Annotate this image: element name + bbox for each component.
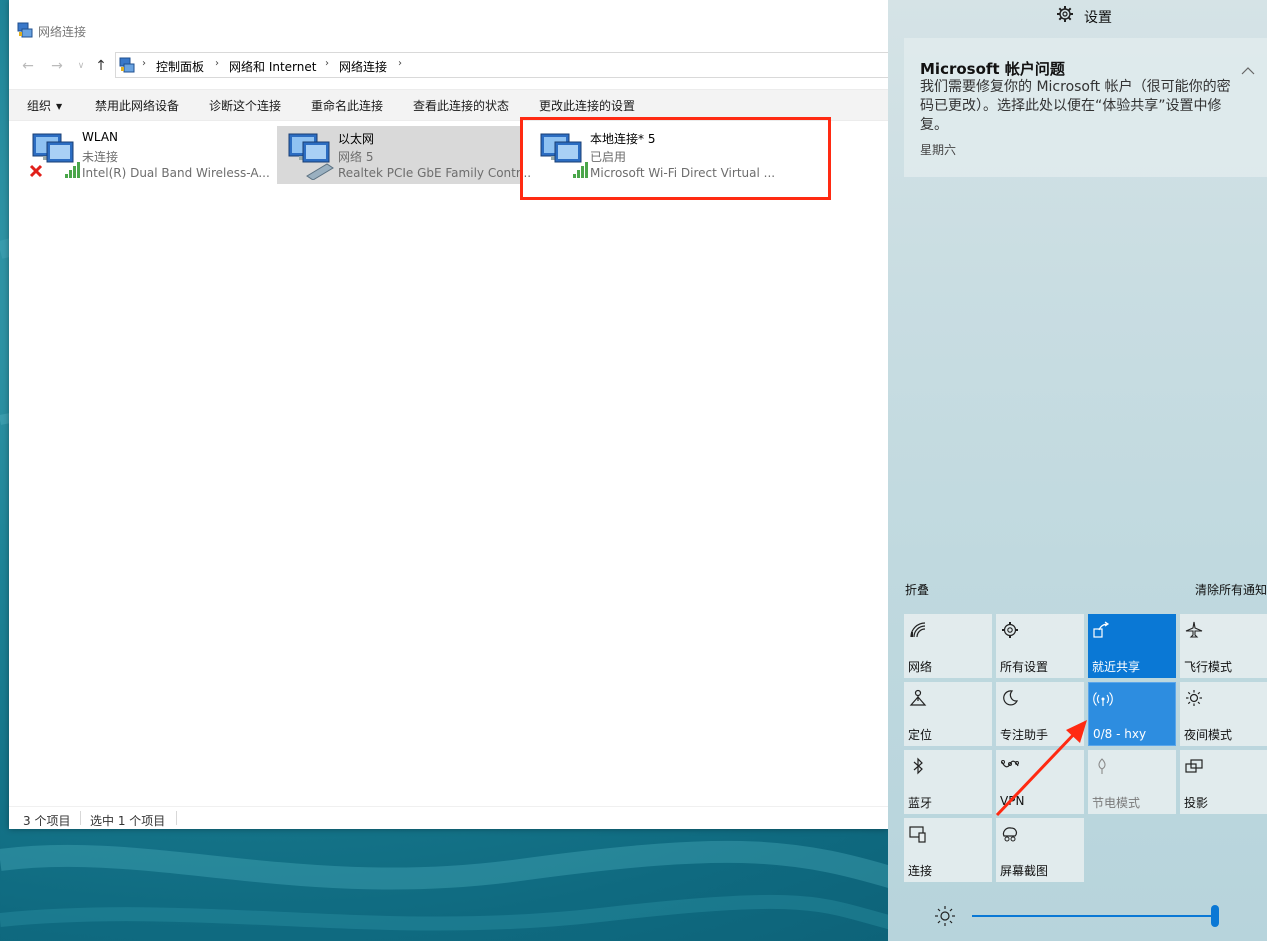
tile-label: 飞行模式 [1184,660,1233,674]
status-divider [80,811,81,825]
settings-label: 设置 [1084,10,1112,26]
tile-network[interactable]: 网络 [904,614,992,678]
navigation-row: ← → ∨ ↑ › 控制面板 › 网络和 Internet › 网络连接 › [9,50,888,82]
breadcrumb-separator-icon: › [142,58,146,69]
tile-label: 夜间模式 [1184,728,1233,742]
tile-label: 0/8 - hxy [1093,727,1147,741]
brightness-slider-thumb[interactable] [1211,905,1219,927]
back-arrow-icon[interactable]: ← [18,56,38,76]
connection-name: 以太网 [338,132,375,146]
window-title: 网络连接 [38,25,87,39]
connection-device: Realtek PCIe GbE Family Contr... [338,166,532,180]
breadcrumb-separator-icon: › [215,58,219,69]
address-bar[interactable]: › 控制面板 › 网络和 Internet › 网络连接 › [115,52,888,78]
breadcrumb-network-internet[interactable]: 网络和 Internet [229,58,316,75]
rename-button[interactable]: 重命名此连接 [311,97,383,114]
breadcrumb-separator-icon: › [325,58,329,69]
recent-locations-chevron-icon[interactable]: ∨ [71,56,91,76]
brightness-icon [935,906,955,926]
change-settings-button[interactable]: 更改此连接的设置 [539,97,635,114]
tile-label: 专注助手 [1000,728,1049,742]
dropdown-triangle-icon: ▼ [56,102,63,111]
notification-body: 我们需要修复你的 Microsoft 帐户（很可能你的密码已更改）。选择此处以便… [920,79,1231,133]
vpn-icon [1001,760,1019,768]
connect-display-icon [909,826,926,843]
notification-card[interactable]: Microsoft 帐户问题 我们需要修复你的 Microsoft 帐户（很可能… [904,38,1267,177]
up-arrow-icon[interactable]: ↑ [91,56,111,76]
status-bar: 3 个项目 选中 1 个项目 [9,806,888,830]
notification-title: Microsoft 帐户问题 [920,60,1065,78]
disable-device-button[interactable]: 禁用此网络设备 [95,97,179,114]
tile-vpn[interactable]: VPN [996,750,1084,814]
tile-label: 节电模式 [1092,796,1141,810]
status-divider [176,811,177,825]
clear-all-notifications-button[interactable]: 清除所有通知 [1195,581,1267,598]
control-panel-icon [119,57,135,73]
connection-device: Intel(R) Dual Band Wireless-A... [82,166,270,180]
diagnose-button[interactable]: 诊断这个连接 [209,97,281,114]
title-bar[interactable]: 网络连接 [9,0,888,44]
tile-bluetooth[interactable]: 蓝牙 [904,750,992,814]
tile-label: 连接 [908,864,933,878]
explorer-window: 网络连接 ← → ∨ ↑ › 控制面板 › 网络和 Internet › 网络连… [9,0,888,829]
annotation-highlight-box [520,117,831,200]
wifi-network-icon [910,622,926,638]
tile-label: 投影 [1184,796,1209,810]
nearby-share-icon [1093,621,1110,638]
organize-button[interactable]: 组织 ▼ [27,97,62,114]
project-display-icon [1185,759,1203,773]
collapse-button[interactable]: 折叠 [905,581,929,598]
tile-label: 所有设置 [1000,660,1049,674]
connection-status: 网络 5 [338,150,374,164]
action-center-header[interactable]: 设置 [888,0,1267,32]
organize-label: 组织 [27,99,52,113]
tile-label: 屏幕截图 [1000,864,1049,878]
moon-icon [1003,690,1019,706]
location-icon [909,689,927,706]
ethernet-adapter-icon [288,133,334,180]
tile-nearby-share[interactable]: 就近共享 [1088,614,1176,678]
breadcrumb-separator-icon: › [398,58,402,69]
gear-icon [1057,6,1073,22]
action-center: 设置 Microsoft 帐户问题 我们需要修复你的 Microsoft 帐户（… [888,0,1267,941]
connections-list: WLAN 未连接 Intel(R) Dual Band Wireless-A..… [9,120,888,805]
hotspot-icon [1093,692,1113,706]
tile-label: 就近共享 [1092,660,1141,674]
tile-project[interactable]: 投影 [1180,750,1267,814]
tile-screen-snip[interactable]: 屏幕截图 [996,818,1084,882]
forward-arrow-icon[interactable]: → [47,56,67,76]
tile-focus-assist[interactable]: 专注助手 [996,682,1084,746]
snip-icon [1002,827,1017,842]
connection-item-ethernet[interactable]: 以太网 网络 5 Realtek PCIe GbE Family Contr..… [277,126,531,184]
network-connections-icon [17,22,33,38]
tile-label: 定位 [908,728,933,742]
tile-location[interactable]: 定位 [904,682,992,746]
connection-name: WLAN [82,130,119,144]
item-count: 3 个项目 [23,814,71,828]
tile-label: VPN [1000,794,1025,808]
gear-icon [1002,622,1018,638]
tile-label: 网络 [908,660,933,674]
connection-item-wlan[interactable]: WLAN 未连接 Intel(R) Dual Band Wireless-A..… [21,126,271,184]
breadcrumb-control-panel[interactable]: 控制面板 [156,58,204,75]
brightness-slider-track[interactable] [972,915,1216,917]
notification-time: 星期六 [920,143,957,157]
connection-status: 未连接 [82,150,119,164]
view-status-button[interactable]: 查看此连接的状态 [413,97,509,114]
breadcrumb-network-connections[interactable]: 网络连接 [339,58,387,75]
tile-mobile-hotspot[interactable]: 0/8 - hxy [1088,682,1176,746]
tile-battery-saver[interactable]: 节电模式 [1088,750,1176,814]
selected-count: 选中 1 个项目 [90,814,166,828]
tile-all-settings[interactable]: 所有设置 [996,614,1084,678]
airplane-icon [1185,621,1203,638]
leaf-icon [1098,758,1106,774]
tile-label: 蓝牙 [908,796,933,810]
tile-night-light[interactable]: 夜间模式 [1180,682,1267,746]
sun-icon [1186,690,1202,706]
wireless-adapter-icon [29,133,80,178]
tile-connect[interactable]: 连接 [904,818,992,882]
bluetooth-icon [913,757,923,775]
tile-airplane-mode[interactable]: 飞行模式 [1180,614,1267,678]
chevron-up-icon[interactable] [1241,66,1255,76]
